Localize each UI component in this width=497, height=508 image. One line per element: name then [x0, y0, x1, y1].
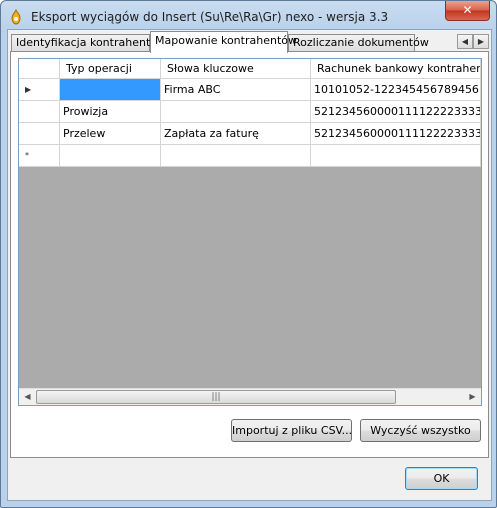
table-cell[interactable] — [161, 145, 311, 167]
ok-button[interactable]: OK — [405, 467, 478, 490]
table-cell[interactable]: 52123456000011112222333334444 — [311, 101, 481, 123]
title-bar[interactable]: Eksport wyciągów do Insert (Su\Re\Ra\Gr)… — [1, 1, 496, 29]
new-row-asterisk-icon[interactable]: * — [19, 145, 60, 167]
table-cell[interactable]: 52123456000011112222333334444 — [311, 123, 481, 145]
tab-mapowanie-kontrahentow[interactable]: Mapowanie kontrahentów — [150, 31, 297, 53]
tab-scroll-left-icon[interactable]: ◀ — [457, 34, 473, 49]
scrollbar-thumb[interactable]: ||| — [36, 390, 396, 404]
tab-rozliczanie-dokumentow[interactable]: Rozliczanie dokumentów — [288, 34, 429, 51]
mapping-grid[interactable]: Typ operacji Słowa kluczowe Rachunek ban… — [18, 58, 482, 406]
column-header-typ-operacji[interactable]: Typ operacji — [60, 59, 161, 79]
client-area: Identyfikacja kontrahentów Mapowanie kon… — [7, 29, 492, 501]
dialog-window: Eksport wyciągów do Insert (Su\Re\Ra\Gr)… — [0, 0, 497, 508]
window-title: Eksport wyciągów do Insert (Su\Re\Ra\Gr)… — [31, 10, 389, 24]
table-cell[interactable]: Przelew — [60, 123, 161, 145]
grid-corner-header — [19, 59, 60, 79]
scroll-left-arrow-icon[interactable]: ◀ — [19, 389, 36, 405]
tab-identyfikacja-kontrahentow[interactable]: Identyfikacja kontrahentów — [11, 34, 166, 51]
table-cell[interactable] — [60, 145, 161, 167]
horizontal-scrollbar[interactable]: ◀ ||| ▶ — [19, 388, 481, 405]
tab-page-mapowanie: Typ operacji Słowa kluczowe Rachunek ban… — [10, 51, 489, 458]
tab-scroll-right-icon[interactable]: ▶ — [473, 34, 489, 49]
app-icon — [11, 9, 21, 25]
table-cell[interactable]: Zapłata za faturę — [161, 123, 311, 145]
row-header[interactable] — [19, 123, 60, 145]
tab-strip: Identyfikacja kontrahentów Mapowanie kon… — [8, 31, 491, 53]
table-cell[interactable]: 10101052-122345456789456123 — [311, 79, 481, 101]
row-header[interactable] — [19, 101, 60, 123]
table-cell[interactable] — [60, 79, 161, 101]
column-header-slowa-kluczowe[interactable]: Słowa kluczowe — [161, 59, 311, 79]
close-button[interactable]: ✕ — [445, 1, 490, 21]
table-cell[interactable]: Firma ABC — [161, 79, 311, 101]
row-header-current-icon[interactable]: ▶ — [19, 79, 60, 101]
table-cell[interactable]: Prowizja — [60, 101, 161, 123]
import-csv-button[interactable]: Importuj z pliku CSV... — [231, 419, 352, 442]
column-header-rachunek-bankowy[interactable]: Rachunek bankowy kontrahenta — [311, 59, 481, 79]
clear-all-button[interactable]: Wyczyść wszystko — [360, 419, 481, 442]
table-cell[interactable] — [161, 101, 311, 123]
table-cell[interactable] — [311, 145, 481, 167]
scroll-right-arrow-icon[interactable]: ▶ — [464, 389, 481, 405]
